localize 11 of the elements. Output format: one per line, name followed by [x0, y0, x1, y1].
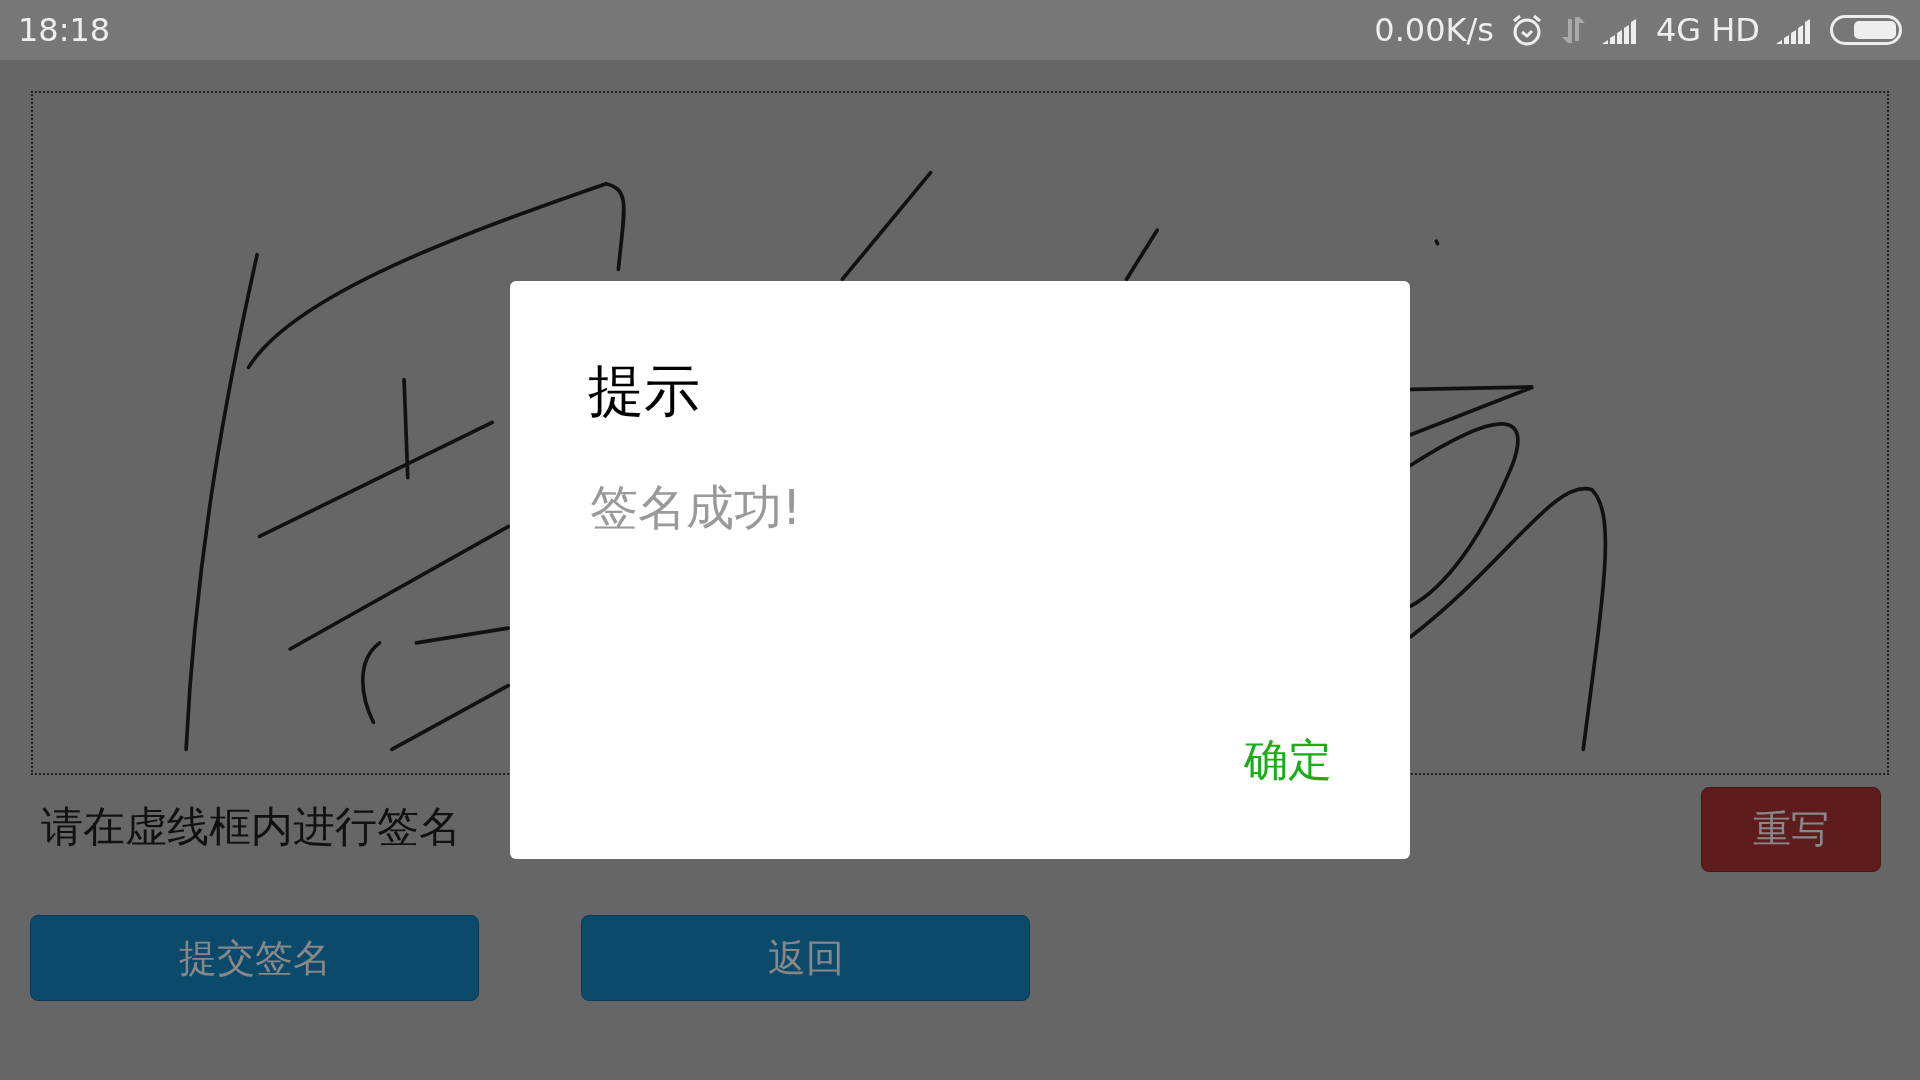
- network-speed: 0.00K/s: [1374, 10, 1494, 51]
- confirm-button[interactable]: 确定: [1242, 727, 1334, 793]
- battery-icon: [1830, 15, 1902, 45]
- hint-text: 请在虚线框内进行签名: [41, 801, 461, 853]
- action-button[interactable]: 返回: [581, 915, 1030, 1001]
- network-type: 4G HD: [1655, 10, 1760, 51]
- dialog-message: 签名成功!: [590, 478, 802, 537]
- dialog-title: 提示: [588, 357, 700, 425]
- status-time: 18:18: [18, 10, 111, 51]
- action-button[interactable]: 提交签名: [30, 915, 479, 1001]
- rewrite-button[interactable]: 重写: [1701, 787, 1881, 872]
